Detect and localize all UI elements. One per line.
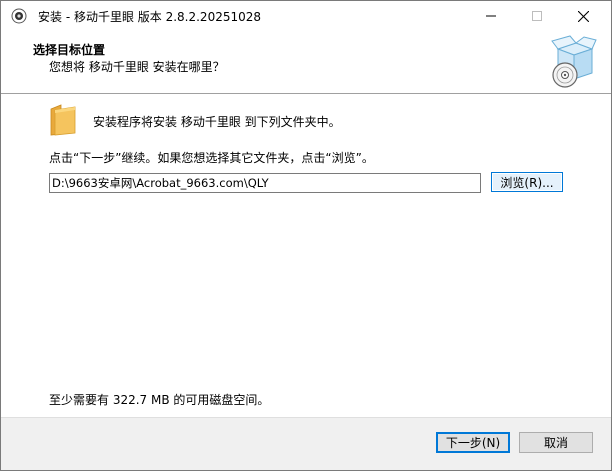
page-subtitle: 您想将 移动千里眼 安装在哪里？ [49,60,225,74]
installer-window: 安装 - 移动千里眼 版本 2.8.2.20251028 选择目标位置 您想将 … [0,0,612,471]
cancel-button[interactable]: 取消 [519,432,593,453]
page-title: 选择目标位置 [33,43,106,57]
folder-icon [50,104,76,136]
header-divider-highlight [1,94,611,95]
install-path-input[interactable] [49,173,481,193]
browse-button[interactable]: 浏览(R)... [491,172,563,192]
wizard-footer: 下一步(N) 取消 [1,417,611,470]
disk-space-requirement: 至少需要有 322.7 MB 的可用磁盘空间。 [49,393,270,407]
wizard-header: 选择目标位置 您想将 移动千里眼 安装在哪里？ [1,31,611,93]
install-location-instruction: 点击“下一步”继续。如果您想选择其它文件夹，点击“浏览”。 [49,151,374,165]
close-button[interactable] [560,1,606,31]
next-button[interactable]: 下一步(N) [436,432,510,453]
maximize-button[interactable] [514,1,560,31]
window-title: 安装 - 移动千里眼 版本 2.8.2.20251028 [38,10,262,24]
app-icon [11,8,27,24]
title-bar[interactable]: 安装 - 移动千里眼 版本 2.8.2.20251028 [1,1,611,31]
minimize-button[interactable] [468,1,514,31]
maximize-icon [532,11,542,21]
close-icon [577,10,589,22]
install-location-intro: 安装程序将安装 移动千里眼 到下列文件夹中。 [93,115,341,129]
install-box-disc-icon [551,35,597,88]
minimize-icon [486,15,496,17]
